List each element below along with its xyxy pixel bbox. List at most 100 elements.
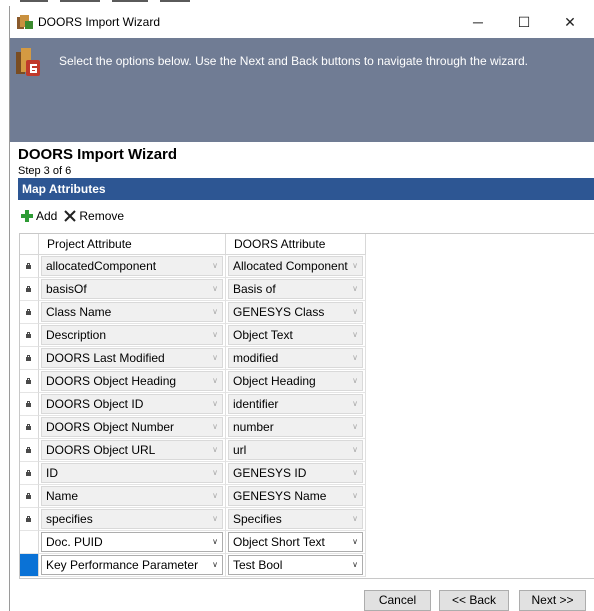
row-selector[interactable] [20, 393, 39, 416]
doors-attribute-combo[interactable]: GENESYS Name ∨ [228, 486, 363, 506]
cancel-button[interactable]: Cancel [364, 590, 431, 611]
project-attribute-combo[interactable]: Name ∨ [41, 486, 223, 506]
chevron-down-icon[interactable]: ∨ [352, 464, 358, 482]
column-header-doors-attribute[interactable]: DOORS Attribute [226, 234, 366, 255]
chevron-down-icon[interactable]: ∨ [352, 487, 358, 505]
chevron-down-icon[interactable]: ∨ [352, 510, 358, 528]
combo-value: Doc. PUID [46, 535, 103, 549]
doors-attribute-combo[interactable]: Test Bool ∨ [228, 555, 363, 575]
row-selector[interactable] [20, 462, 39, 485]
add-button[interactable]: Add [20, 209, 57, 223]
row-selector[interactable] [20, 255, 39, 278]
row-selector[interactable] [20, 347, 39, 370]
project-attribute-combo[interactable]: basisOf ∨ [41, 279, 223, 299]
chevron-down-icon[interactable]: ∨ [212, 441, 218, 459]
project-attribute-combo[interactable]: ID ∨ [41, 463, 223, 483]
chevron-down-icon[interactable]: ∨ [352, 533, 358, 551]
doors-attribute-combo[interactable]: Object Text ∨ [228, 325, 363, 345]
doors-attribute-combo[interactable]: GENESYS ID ∨ [228, 463, 363, 483]
grid-cell: DOORS Object ID ∨ [39, 393, 226, 416]
lock-icon [26, 332, 31, 338]
plus-icon [21, 210, 33, 222]
grid-cell: GENESYS ID ∨ [226, 462, 366, 485]
project-attribute-combo[interactable]: DOORS Object ID ∨ [41, 394, 223, 414]
grid-cell: Specifies ∨ [226, 508, 366, 531]
chevron-down-icon[interactable]: ∨ [212, 280, 218, 298]
row-selector[interactable] [20, 278, 39, 301]
project-attribute-combo[interactable]: Key Performance Parameter ∨ [41, 555, 223, 575]
project-attribute-combo[interactable]: allocatedComponent ∨ [41, 256, 223, 276]
chevron-down-icon[interactable]: ∨ [352, 418, 358, 436]
lock-icon [26, 470, 31, 476]
chevron-down-icon[interactable]: ∨ [352, 556, 358, 574]
row-selector[interactable] [20, 416, 39, 439]
combo-value: Class Name [46, 305, 112, 319]
chevron-down-icon[interactable]: ∨ [212, 487, 218, 505]
grid-cell: ID ∨ [39, 462, 226, 485]
doors-app-icon [17, 15, 33, 29]
doors-attribute-combo[interactable]: Specifies ∨ [228, 509, 363, 529]
chevron-down-icon[interactable]: ∨ [352, 349, 358, 367]
combo-value: Key Performance Parameter [46, 558, 199, 572]
project-attribute-combo[interactable]: Description ∨ [41, 325, 223, 345]
row-selector[interactable] [20, 439, 39, 462]
doors-attribute-combo[interactable]: GENESYS Class ∨ [228, 302, 363, 322]
project-attribute-combo[interactable]: DOORS Object Heading ∨ [41, 371, 223, 391]
row-selector[interactable] [20, 301, 39, 324]
doors-attribute-combo[interactable]: Basis of ∨ [228, 279, 363, 299]
combo-value: Description [46, 328, 107, 342]
project-attribute-combo[interactable]: DOORS Object URL ∨ [41, 440, 223, 460]
wizard-window: DOORS Import Wizard ─ ☐ ✕ Select the opt… [9, 6, 594, 611]
chevron-down-icon[interactable]: ∨ [212, 464, 218, 482]
maximize-button[interactable]: ☐ [501, 6, 547, 38]
grid-cell: allocatedComponent ∨ [39, 255, 226, 278]
remove-button[interactable]: Remove [63, 209, 124, 223]
project-attribute-combo[interactable]: DOORS Object Number ∨ [41, 417, 223, 437]
chevron-down-icon[interactable]: ∨ [212, 556, 218, 574]
column-header-project-attribute[interactable]: Project Attribute [39, 234, 226, 255]
project-attribute-combo[interactable]: DOORS Last Modified ∨ [41, 348, 223, 368]
title-bar[interactable]: DOORS Import Wizard ─ ☐ ✕ [10, 6, 594, 38]
chevron-down-icon[interactable]: ∨ [212, 257, 218, 275]
next-button[interactable]: Next >> [519, 590, 586, 611]
back-button[interactable]: << Back [439, 590, 509, 611]
project-attribute-combo[interactable]: Class Name ∨ [41, 302, 223, 322]
doors-attribute-combo[interactable]: identifier ∨ [228, 394, 363, 414]
chevron-down-icon[interactable]: ∨ [352, 257, 358, 275]
project-attribute-combo[interactable]: specifies ∨ [41, 509, 223, 529]
row-selector[interactable] [20, 324, 39, 347]
chevron-down-icon[interactable]: ∨ [352, 441, 358, 459]
doors-attribute-combo[interactable]: Allocated Component ∨ [228, 256, 363, 276]
combo-value: GENESYS Class [233, 305, 325, 319]
close-button[interactable]: ✕ [547, 6, 593, 38]
row-selector[interactable] [20, 370, 39, 393]
minimize-button[interactable]: ─ [455, 6, 501, 38]
doors-attribute-combo[interactable]: Object Short Text ∨ [228, 532, 363, 552]
row-selector[interactable] [20, 554, 39, 577]
chevron-down-icon[interactable]: ∨ [212, 372, 218, 390]
chevron-down-icon[interactable]: ∨ [212, 510, 218, 528]
chevron-down-icon[interactable]: ∨ [352, 303, 358, 321]
doors-attribute-combo[interactable]: Object Heading ∨ [228, 371, 363, 391]
doors-attribute-combo[interactable]: number ∨ [228, 417, 363, 437]
chevron-down-icon[interactable]: ∨ [212, 533, 218, 551]
project-attribute-combo[interactable]: Doc. PUID ∨ [41, 532, 223, 552]
chevron-down-icon[interactable]: ∨ [212, 418, 218, 436]
row-selector[interactable] [20, 508, 39, 531]
doors-attribute-combo[interactable]: url ∨ [228, 440, 363, 460]
attribute-mapping-grid: Project Attribute DOORS Attribute alloca… [19, 233, 594, 579]
chevron-down-icon[interactable]: ∨ [352, 280, 358, 298]
row-selector[interactable] [20, 531, 39, 554]
chevron-down-icon[interactable]: ∨ [212, 395, 218, 413]
chevron-down-icon[interactable]: ∨ [352, 395, 358, 413]
chevron-down-icon[interactable]: ∨ [352, 372, 358, 390]
combo-value: Specifies [233, 512, 282, 526]
chevron-down-icon[interactable]: ∨ [212, 349, 218, 367]
grid-cell: DOORS Last Modified ∨ [39, 347, 226, 370]
combo-value: DOORS Object Number [46, 420, 175, 434]
chevron-down-icon[interactable]: ∨ [352, 326, 358, 344]
chevron-down-icon[interactable]: ∨ [212, 326, 218, 344]
chevron-down-icon[interactable]: ∨ [212, 303, 218, 321]
doors-attribute-combo[interactable]: modified ∨ [228, 348, 363, 368]
row-selector[interactable] [20, 485, 39, 508]
